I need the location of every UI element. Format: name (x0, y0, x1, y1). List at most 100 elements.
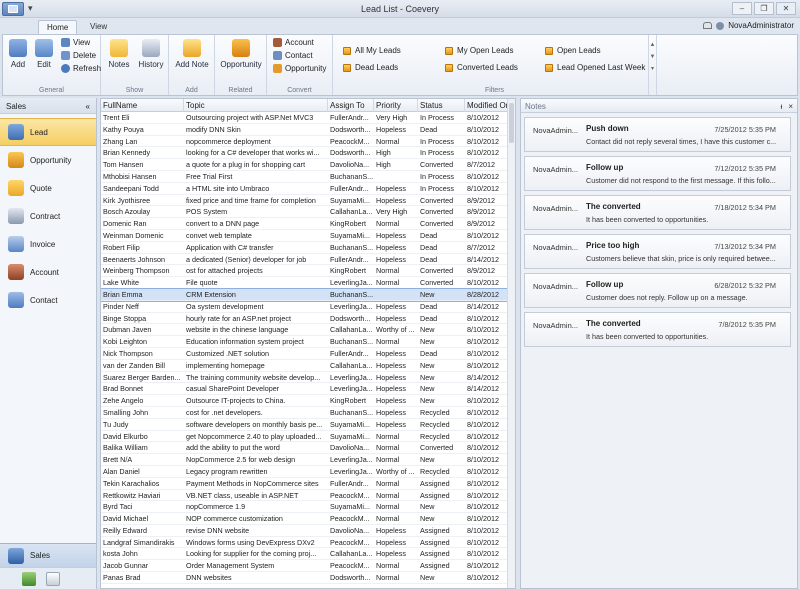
tab-view[interactable]: View (82, 20, 115, 34)
note-card[interactable]: NovaAdmin... Price too high 7/13/2012 5:34… (524, 234, 791, 269)
filter-dead-leads[interactable]: Dead Leads (343, 63, 398, 72)
table-row[interactable]: Reilly Edward revise DNN website DavolioNa… (101, 525, 509, 537)
table-row[interactable]: Beenaerts Johnson a dedicated (Senior) de… (101, 254, 509, 266)
quote-icon (8, 180, 24, 196)
note-card[interactable]: NovaAdmin... The converted 7/8/2012 5:35 P… (524, 312, 791, 347)
column-header-priority[interactable]: Priority (374, 99, 418, 112)
table-row[interactable]: Panas Brad DNN websites Dodsworth... Normal… (101, 572, 509, 584)
table-row[interactable]: Zehe Angelo Outsource IT-projects to Chin… (101, 395, 509, 407)
restore-icon[interactable]: ❐ (754, 2, 774, 15)
table-row[interactable]: Brad Bonnet casual SharePoint Developer Le… (101, 383, 509, 396)
table-row[interactable]: kosta John Looking for supplier for the c… (101, 548, 509, 561)
nav-item-account[interactable]: Account (0, 258, 96, 286)
table-row[interactable]: David Michael NOP commerce customization P… (101, 513, 509, 525)
note-card[interactable]: NovaAdmin... Follow up 6/28/2012 5:32 PM Cu… (524, 273, 791, 308)
column-header-status[interactable]: Status (418, 99, 465, 112)
table-row[interactable]: Pinder Neff Oa system development Leverlin… (101, 301, 509, 313)
table-row[interactable]: Kobi Leighton Education information syste… (101, 336, 509, 348)
nav-item-lead[interactable]: Lead (0, 118, 96, 146)
table-row[interactable]: Dubman Javen website in the chinese langu… (101, 324, 509, 337)
table-row[interactable]: van der Zanden Bill implementing homepage… (101, 360, 509, 372)
nav-item-contract[interactable]: Contract (0, 202, 96, 230)
table-row[interactable]: Landgraf Simandirakis Windows forms using… (101, 537, 509, 549)
nav-item-contact[interactable]: Contact (0, 286, 96, 314)
table-row[interactable]: Sandeepani Todd a HTML site into Umbraco F… (101, 183, 509, 195)
table-row[interactable]: Weinberg Thompson ost for attached projec… (101, 265, 509, 278)
add-button[interactable]: Add (7, 37, 29, 69)
table-row[interactable]: Rettkowitz Haviari VB.NET class, useable … (101, 490, 509, 502)
column-header-topic[interactable]: Topic (184, 99, 328, 112)
notes-button[interactable]: Notes (107, 37, 131, 69)
table-row[interactable]: Balika William add the ability to put the… (101, 442, 509, 455)
cell-topic: nopCommerce 1.9 (186, 502, 246, 512)
table-row[interactable]: Byrd Taci nopCommerce 1.9 SuyamaMi... Norma… (101, 501, 509, 514)
help-icon[interactable] (703, 22, 713, 29)
note-card[interactable]: NovaAdmin... The converted 7/18/2012 5:34 … (524, 195, 791, 230)
view-button[interactable]: View (61, 38, 90, 47)
table-row[interactable]: Smalling John cost for .net developers. Bu… (101, 407, 509, 419)
document-icon[interactable] (46, 572, 60, 586)
table-row[interactable]: Tom Hansen a quote for a plug in for shop… (101, 159, 509, 171)
close-notes-icon[interactable]: × (788, 102, 793, 111)
table-row[interactable]: Kathy Pouya modify DNN Skin Dodsworth... Ho… (101, 124, 509, 136)
nav-item-invoice[interactable]: Invoice (0, 230, 96, 258)
filter-my-open-leads[interactable]: My Open Leads (445, 46, 513, 55)
table-row[interactable]: Suarez Berger Barden... The training comm… (101, 372, 509, 384)
table-row[interactable]: Mthobisi Hansen Free Trial First BuchananS… (101, 171, 509, 183)
edit-button[interactable]: Edit (33, 37, 55, 69)
table-row[interactable]: Bosch Azoulay POS System CallahanLa... Very… (101, 206, 509, 219)
close-icon[interactable]: ✕ (776, 2, 796, 15)
table-row[interactable]: Brian Emma CRM Extension BuchananS... New 8/… (101, 287, 510, 302)
table-row[interactable]: Zhang Lan nopcommerce deployment PeacockM.… (101, 136, 509, 148)
table-row[interactable]: Alan Daniel Legacy program rewritten Lever… (101, 466, 509, 478)
column-header-assign-to[interactable]: Assign To (328, 99, 374, 112)
scrollbar-thumb[interactable] (509, 103, 514, 143)
table-row[interactable]: Weinman Domenic convet web template Suyama… (101, 230, 509, 242)
nav-item-quote[interactable]: Quote (0, 174, 96, 202)
related-opportunity-button[interactable]: Opportunity (219, 37, 263, 69)
delete-button[interactable]: Delete (61, 51, 96, 60)
table-row[interactable]: Domenic Ran convert to a DNN page KingRobe… (101, 218, 509, 230)
column-header-fullname[interactable]: FullName (101, 99, 184, 112)
user-name[interactable]: NovaAdministrator (728, 21, 794, 30)
convert-opportunity-button[interactable]: Opportunity (273, 64, 326, 73)
convert-contact-button[interactable]: Contact (273, 51, 313, 60)
history-button[interactable]: History (137, 37, 165, 69)
filter-open-leads[interactable]: Open Leads (545, 46, 601, 55)
add-note-button[interactable]: Add Note (173, 37, 211, 69)
filter-converted-leads[interactable]: Converted Leads (445, 63, 518, 72)
table-row[interactable]: Nick Thompson Customized .NET solution Ful… (101, 348, 509, 360)
column-header-modified-on[interactable]: Modified On (465, 99, 509, 112)
cell-assign-to: CallahanLa... (330, 207, 373, 217)
nav-item-opportunity[interactable]: Opportunity (0, 146, 96, 174)
filter-all-my-leads[interactable]: All My Leads (343, 46, 401, 55)
table-row[interactable]: Kirk Jyothisree fixed price and time fram… (101, 195, 509, 207)
filter-gallery-scroll[interactable]: ▲ ▼ ▾ (648, 35, 656, 95)
grid-scrollbar[interactable] (507, 99, 515, 588)
filter-label: Open Leads (557, 46, 601, 55)
tab-home[interactable]: Home (38, 20, 78, 34)
table-row[interactable]: Trent Eli Outsourcing project with ASP.Ne… (101, 112, 509, 124)
minimize-icon[interactable]: – (732, 2, 752, 15)
table-row[interactable]: Binge Stoppa hourly rate for an ASP.net p… (101, 313, 509, 325)
refresh-button[interactable]: Refresh (61, 64, 101, 73)
nav-section-sales[interactable]: Sales (0, 543, 96, 567)
table-row[interactable]: Brian Kennedy looking for a C# developer … (101, 147, 509, 160)
note-card[interactable]: NovaAdmin... Push down 7/25/2012 5:35 PM Co… (524, 117, 791, 152)
table-row[interactable]: Tu Judy software developers on monthly ba… (101, 419, 509, 431)
table-row[interactable]: Robert Filip Application with C# transfer… (101, 242, 509, 254)
table-row[interactable]: David Elkurbo get Nopcommerce 2.40 to pla… (101, 431, 509, 443)
spreadsheet-icon[interactable] (22, 572, 36, 586)
filter-lead-opened-last-week[interactable]: Lead Opened Last Week (545, 63, 645, 72)
cell-topic: Application with C# transfer (186, 242, 274, 252)
collapse-nav-button[interactable]: « (86, 102, 90, 111)
table-row[interactable]: Lake White File quote LeverlingJa... Normal… (101, 277, 509, 289)
table-row[interactable]: Brett N/A NopCommerce 2.5 for web design L… (101, 454, 509, 466)
table-row[interactable]: Jacob Gunnar Order Management System Peaco… (101, 560, 509, 573)
table-row[interactable]: Tekin Karachalios Payment Methods in NopC… (101, 478, 509, 490)
note-card[interactable]: NovaAdmin... Follow up 7/12/2012 5:35 PM Cu… (524, 156, 791, 191)
group-label-related: Related (228, 87, 253, 94)
pin-icon[interactable]: ᵻ (781, 102, 783, 111)
note-subject: The converted (586, 202, 641, 211)
convert-account-button[interactable]: Account (273, 38, 314, 47)
